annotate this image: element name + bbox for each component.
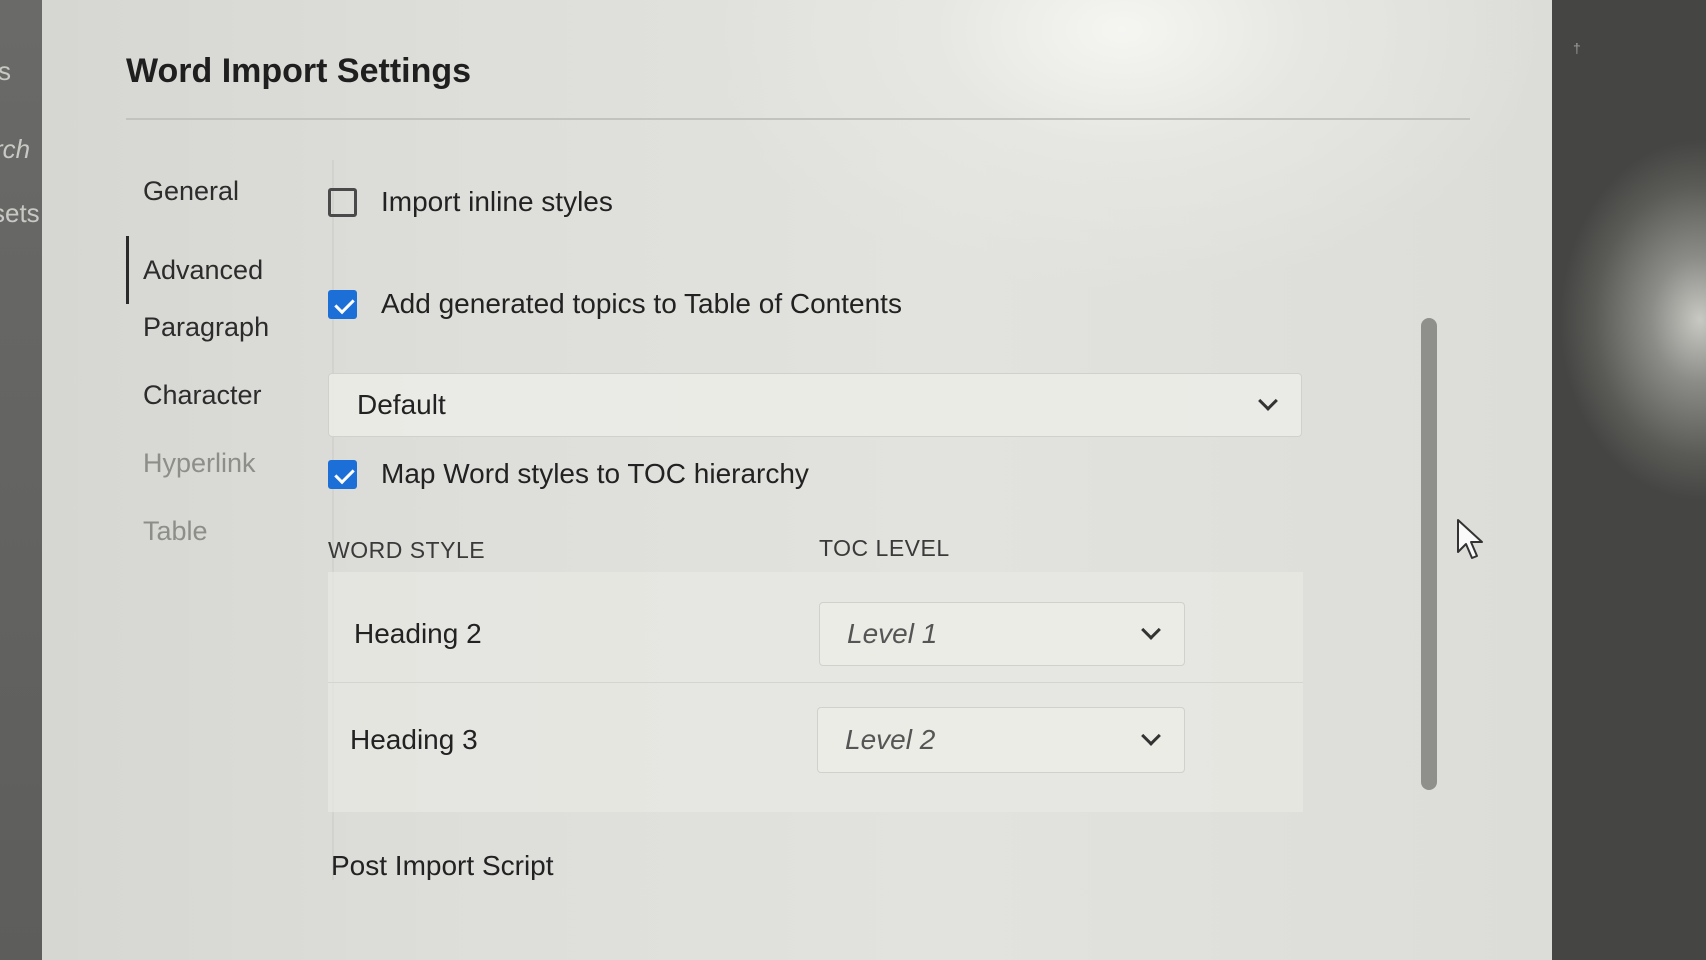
table-row-divider (328, 682, 1303, 683)
import-inline-styles-checkbox[interactable] (328, 187, 357, 217)
toc-level-value: Level 2 (845, 724, 936, 755)
settings-nav: General Advanced Paragraph Character Hyp… (126, 168, 306, 576)
background-app-panel: s rch sets (0, 0, 46, 960)
mouse-pointer-icon (1457, 519, 1483, 559)
toc-dropdown[interactable]: Default (328, 373, 1302, 437)
title-divider (126, 118, 1470, 120)
background-text: sets (0, 198, 40, 228)
dialog-corner-mark: † (1573, 40, 1581, 56)
import-inline-styles-option[interactable]: Import inline styles (328, 186, 613, 218)
toc-level-value: Level 1 (847, 618, 938, 649)
nav-item-paragraph[interactable]: Paragraph (126, 304, 306, 372)
map-styles-option[interactable]: Map Word styles to TOC hierarchy (328, 458, 809, 490)
background-right (1550, 0, 1706, 960)
toc-level-select[interactable]: Level 1 (819, 602, 1185, 666)
map-styles-checkbox[interactable] (328, 459, 357, 489)
add-to-toc-label: Add generated topics to Table of Content… (381, 288, 902, 319)
scrollbar-thumb[interactable] (1421, 318, 1437, 790)
nav-item-character[interactable]: Character (126, 372, 306, 440)
chevron-down-icon (1141, 726, 1161, 746)
nav-item-advanced[interactable]: Advanced (126, 236, 306, 304)
import-inline-styles-label: Import inline styles (381, 186, 613, 217)
word-import-settings-dialog: Word Import Settings † General Advanced … (42, 0, 1581, 960)
nav-item-hyperlink[interactable]: Hyperlink (126, 440, 306, 508)
post-import-script-heading: Post Import Script (331, 850, 554, 880)
nav-item-general[interactable]: General (126, 168, 306, 236)
add-to-toc-option[interactable]: Add generated topics to Table of Content… (328, 288, 902, 320)
add-to-toc-checkbox[interactable] (328, 289, 357, 319)
table-row-word-style: Heading 2 (354, 618, 482, 649)
toc-dropdown-value: Default (357, 389, 446, 420)
background-text: rch (0, 134, 31, 164)
nav-item-table[interactable]: Table (126, 508, 306, 576)
map-styles-label: Map Word styles to TOC hierarchy (381, 458, 809, 489)
chevron-down-icon (1141, 620, 1161, 640)
column-header-word-style: WORD STYLE (328, 537, 486, 563)
column-header-toc-level: TOC LEVEL (819, 535, 950, 561)
toc-level-select[interactable]: Level 2 (817, 707, 1185, 773)
table-row-word-style: Heading 3 (350, 724, 478, 755)
background-text: s (0, 56, 11, 86)
chevron-down-icon (1258, 391, 1278, 411)
dialog-title: Word Import Settings (126, 52, 472, 90)
